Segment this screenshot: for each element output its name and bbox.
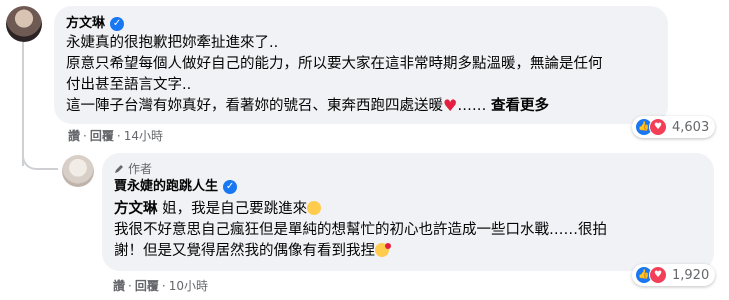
timestamp[interactable]: 10小時 xyxy=(169,278,208,294)
author-badge: 作者 xyxy=(114,161,152,177)
comment1-body: 永婕真的很抱歉把妳牽扯進來了.. 原意只希望每個人做好自己的能力，所以要大家在這… xyxy=(66,33,664,117)
verified-badge-icon: ✓ xyxy=(110,17,125,31)
comment1-line: 付出甚至語言文字.. xyxy=(66,77,192,93)
avatar-reply1[interactable] xyxy=(62,155,94,187)
reply-link[interactable]: 回覆 xyxy=(135,278,159,294)
author-badge-label: 作者 xyxy=(128,162,153,176)
pen-icon xyxy=(115,165,123,173)
comment1-author-name[interactable]: 方文琳 xyxy=(66,16,105,32)
reply1-line1-text: 姐，我是自己要跳進來 xyxy=(157,201,308,217)
comment1-line: 原意只希望每個人做好自己的能力，所以要大家在這非常時期多點溫暖，無論是任何 xyxy=(66,56,603,72)
comment1-actions: 讚 · 回覆 · 14小時 xyxy=(68,128,163,144)
reply1-line: 方文琳 姐，我是自己要跳進來 xyxy=(114,199,708,220)
comment1-line-last: 這一陣子台灣有妳真好，看著妳的號召、東奔西跑四處送暖♥…… 查看更多 xyxy=(66,96,664,117)
separator-dot: · xyxy=(83,129,87,143)
reply1-line: 謝！但是又覺得居然我的偶像有看到我捏 xyxy=(114,241,708,262)
reply-link[interactable]: 回覆 xyxy=(90,128,114,144)
separator-dot: · xyxy=(116,129,121,143)
reply1-body: 方文琳 姐，我是自己要跳進來 我很不好意思自己瘋狂但是單純的想幫忙的初心也許造成… xyxy=(114,199,708,262)
reply1-line3-text: 謝！但是又覺得居然我的偶像有看到我捏 xyxy=(114,243,375,259)
like-link[interactable]: 讚 xyxy=(68,128,80,144)
reply1-author-name[interactable]: 賈永婕的跑跳人生 xyxy=(114,179,218,195)
comment1-line: 永婕真的很抱歉把妳牽扯進來了.. xyxy=(66,35,279,51)
ellipsis: …… xyxy=(457,98,487,114)
grin-emoji-icon xyxy=(307,201,322,215)
reaction-count-1[interactable]: 👍 ♥ 4,603 xyxy=(632,116,716,138)
like-link[interactable]: 讚 xyxy=(113,278,125,294)
thread-curve xyxy=(22,148,58,170)
reaction-count-2[interactable]: 👍 ♥ 1,920 xyxy=(632,264,716,286)
reply-bubble-1: 作者 賈永婕的跑跳人生 ✓ 方文琳 姐，我是自己要跳進來 我很不好意思自己瘋狂但… xyxy=(102,153,714,271)
reply1-author-line: 賈永婕的跑跳人生 ✓ xyxy=(114,179,238,195)
timestamp[interactable]: 14小時 xyxy=(124,128,163,144)
reaction-count-value: 4,603 xyxy=(672,119,710,135)
reaction-count-value: 1,920 xyxy=(672,267,710,283)
love-reaction-icon: ♥ xyxy=(649,266,667,284)
reply1-actions: 讚 · 回覆 · 10小時 xyxy=(113,278,208,294)
comment-bubble-1: 方文琳 ✓ 永婕真的很抱歉把妳牽扯進來了.. 原意只希望每個人做好自己的能力，所… xyxy=(54,6,668,124)
kiss-emoji-icon xyxy=(375,243,391,257)
comment1-line: 這一陣子台灣有妳真好，看著妳的號召、東奔西跑四處送暖 xyxy=(66,98,443,114)
love-reaction-icon: ♥ xyxy=(649,118,667,136)
comment1-author-line: 方文琳 ✓ xyxy=(66,16,125,32)
verified-badge-icon: ✓ xyxy=(223,180,238,194)
separator-dot: · xyxy=(161,279,166,293)
heart-emoji-icon: ♥ xyxy=(443,96,458,115)
see-more-link[interactable]: 查看更多 xyxy=(491,98,549,114)
reply1-line: 我很不好意思自己瘋狂但是單純的想幫忙的初心也許造成一些口水戰……很拍 xyxy=(114,222,607,238)
mention-link[interactable]: 方文琳 xyxy=(114,201,158,217)
avatar-comment1[interactable] xyxy=(6,6,42,42)
separator-dot: · xyxy=(128,279,132,293)
